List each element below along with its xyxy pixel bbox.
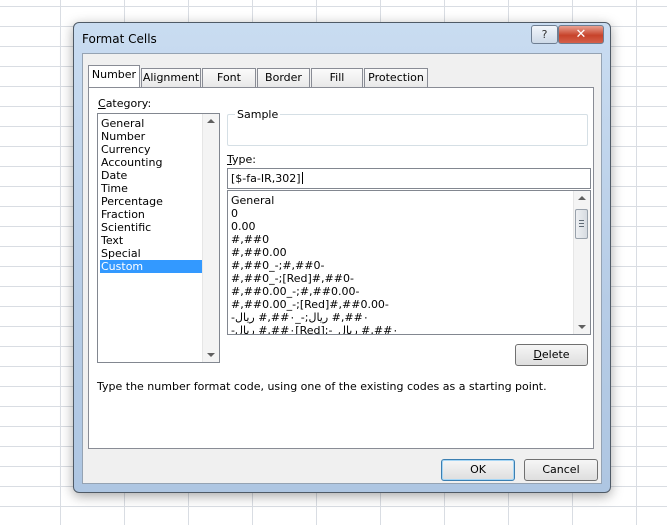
help-button[interactable]: ? bbox=[531, 25, 558, 44]
tab-fill[interactable]: Fill bbox=[311, 68, 363, 87]
format-item[interactable]: 0.00 bbox=[231, 220, 256, 233]
category-item-accounting[interactable]: Accounting bbox=[100, 156, 203, 169]
grip-line bbox=[579, 226, 584, 227]
hint-text: Type the number format code, using one o… bbox=[97, 380, 547, 393]
grip-line bbox=[579, 223, 584, 224]
category-item-percentage[interactable]: Percentage bbox=[100, 195, 203, 208]
tab-border[interactable]: Border bbox=[257, 68, 310, 87]
tab-font[interactable]: Font bbox=[202, 68, 256, 87]
format-cells-dialog: Format Cells ? ✕ Number Alignment Font B… bbox=[73, 22, 611, 493]
category-item-scientific[interactable]: Scientific bbox=[100, 221, 203, 234]
category-item-currency[interactable]: Currency bbox=[100, 143, 203, 156]
close-icon: ✕ bbox=[575, 27, 587, 42]
scroll-down-arrow-icon[interactable] bbox=[578, 325, 586, 329]
close-button[interactable]: ✕ bbox=[558, 25, 604, 44]
scrollbar-thumb[interactable] bbox=[575, 209, 588, 239]
number-tab-page: Category: General Number Currency Accoun… bbox=[88, 87, 594, 449]
format-item[interactable]: #,##0_-;#,##0- bbox=[231, 259, 324, 272]
type-label: Type: bbox=[227, 153, 256, 166]
type-input-value: [$-fa-IR,302] bbox=[231, 172, 301, 185]
cancel-button[interactable]: Cancel bbox=[524, 459, 598, 481]
category-item-date[interactable]: Date bbox=[100, 169, 203, 182]
category-item-custom[interactable]: Custom bbox=[100, 260, 203, 273]
format-item[interactable]: #,##0_-;[Red]#,##0- bbox=[231, 272, 354, 285]
format-item[interactable]: #,##0.00_-;[Red]#,##0.00- bbox=[231, 298, 389, 311]
help-icon: ? bbox=[541, 28, 548, 41]
format-list-scrollbar[interactable] bbox=[573, 191, 590, 334]
scroll-up-arrow-icon[interactable] bbox=[578, 196, 586, 200]
category-label: Category: bbox=[98, 97, 152, 110]
tab-protection[interactable]: Protection bbox=[364, 68, 428, 87]
scroll-up-arrow-icon[interactable] bbox=[207, 119, 215, 123]
text-cursor bbox=[301, 172, 303, 184]
dialog-title: Format Cells bbox=[82, 32, 157, 46]
format-item[interactable]: -٠##,# ريال;-_٠##,# ريال bbox=[231, 311, 369, 324]
tab-number[interactable]: Number bbox=[88, 65, 140, 87]
type-input[interactable]: [$-fa-IR,302] bbox=[227, 168, 591, 189]
sample-label: Sample bbox=[235, 108, 281, 121]
tab-alignment[interactable]: Alignment bbox=[141, 68, 201, 87]
format-code-list[interactable]: General 0 0.00 #,##0 #,##0.00 #,##0_-;#,… bbox=[227, 190, 591, 335]
format-item[interactable]: #,##0 bbox=[231, 233, 269, 246]
ok-button[interactable]: OK bbox=[441, 459, 515, 481]
dialog-client-area: Number Alignment Font Border Fill Protec… bbox=[82, 53, 602, 484]
format-item[interactable]: 0 bbox=[231, 207, 238, 220]
format-item[interactable]: #,##0.00_-;#,##0.00- bbox=[231, 285, 359, 298]
category-item-special[interactable]: Special bbox=[100, 247, 203, 260]
category-list[interactable]: General Number Currency Accounting Date … bbox=[97, 113, 220, 363]
format-item[interactable]: -٠##,# ريال[Red];-_٠##,# ريال bbox=[231, 324, 398, 334]
format-item[interactable]: #,##0.00 bbox=[231, 246, 287, 259]
scroll-down-arrow-icon[interactable] bbox=[207, 353, 215, 357]
category-item-text[interactable]: Text bbox=[100, 234, 203, 247]
format-item[interactable]: General bbox=[231, 194, 274, 207]
category-item-number[interactable]: Number bbox=[100, 130, 203, 143]
delete-button[interactable]: Delete bbox=[515, 344, 588, 366]
category-item-time[interactable]: Time bbox=[100, 182, 203, 195]
category-item-fraction[interactable]: Fraction bbox=[100, 208, 203, 221]
grip-line bbox=[579, 220, 584, 221]
category-item-general[interactable]: General bbox=[100, 117, 203, 130]
sample-preview bbox=[227, 114, 588, 146]
category-scrollbar[interactable] bbox=[202, 114, 219, 362]
